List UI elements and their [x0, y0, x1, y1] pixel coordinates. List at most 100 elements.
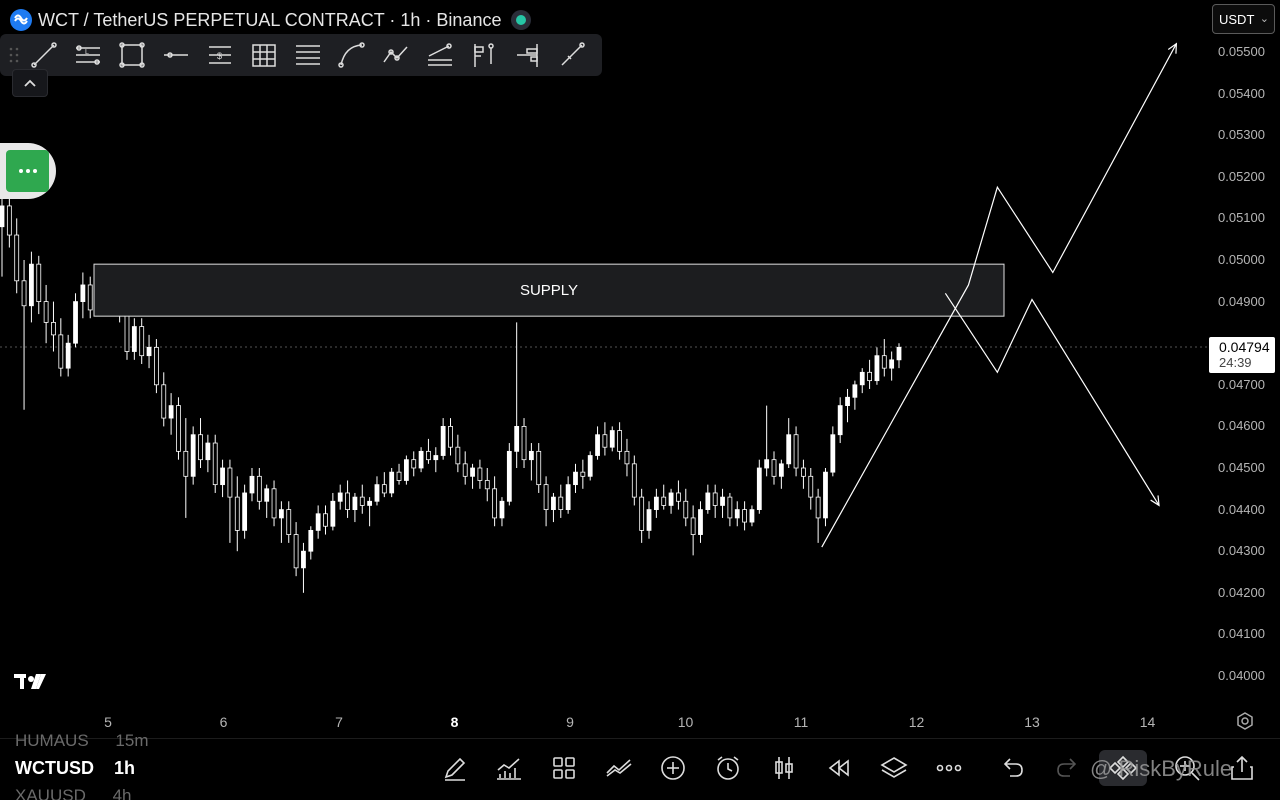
alarm-icon	[717, 756, 739, 780]
candle-body	[29, 263, 34, 307]
candle-body	[749, 509, 755, 523]
candle-body	[131, 326, 137, 352]
market-status-icon[interactable]	[511, 10, 532, 30]
svg-text:$: $	[217, 51, 222, 61]
long-position-tool[interactable]: $	[198, 37, 242, 73]
price-tick: 0.04500	[1218, 460, 1265, 475]
compare-icon	[606, 759, 632, 777]
time-tick: 14	[1139, 714, 1156, 730]
candle-body	[793, 434, 799, 469]
candle-body	[220, 467, 225, 486]
watchlist-prev-item[interactable]: HUMAUS 15m	[15, 731, 148, 751]
candle-body	[484, 480, 490, 490]
candle-body	[374, 484, 380, 502]
undo-button[interactable]	[994, 750, 1030, 786]
candle-body	[720, 496, 725, 506]
compare-button[interactable]	[601, 750, 637, 786]
candle-body	[154, 346, 159, 386]
redo-icon	[1057, 758, 1077, 777]
candle-body	[514, 425, 520, 452]
candle-body	[448, 425, 453, 448]
candle-body	[470, 467, 475, 477]
layers-icon	[880, 757, 908, 778]
path-tool[interactable]	[374, 37, 418, 73]
trend-line-tool[interactable]	[22, 37, 66, 73]
watchlist-timeframe: 1h	[114, 758, 136, 778]
candle-body	[499, 500, 505, 519]
candle-body	[396, 471, 402, 481]
horizontal-ray-tool[interactable]	[154, 37, 198, 73]
candle-body	[455, 446, 461, 465]
fixed-range-volume-tool[interactable]	[506, 37, 550, 73]
candle-body	[264, 488, 270, 502]
price-range-tool[interactable]	[462, 37, 506, 73]
candle-body	[852, 384, 858, 398]
replay-icon	[828, 759, 849, 777]
candle-body	[403, 459, 409, 481]
alert-button[interactable]	[710, 750, 746, 786]
candle-body	[256, 475, 262, 502]
candle-body	[617, 430, 623, 452]
candle-body	[286, 509, 292, 535]
candle-body	[778, 463, 784, 477]
layers-button[interactable]	[876, 750, 912, 786]
fib-retracement-icon	[296, 45, 320, 65]
currency-select[interactable]: USDT ⌄	[1212, 4, 1275, 34]
candle-body	[308, 530, 314, 552]
candle-body	[712, 492, 718, 506]
candle-body	[330, 500, 336, 527]
candle-body	[668, 492, 674, 506]
candle-body	[896, 346, 902, 361]
candle-body	[845, 396, 850, 406]
candle-body	[462, 463, 468, 477]
candle-body	[506, 450, 512, 502]
more-tools-button[interactable]	[931, 750, 967, 786]
candle-body	[734, 509, 740, 519]
candle-body	[249, 475, 255, 494]
parallel-channel-tool[interactable]: L	[66, 37, 110, 73]
chart-title[interactable]: WCT / TetherUS PERPETUAL CONTRACT · 1h ·…	[38, 10, 501, 31]
layout-grid-icon	[553, 757, 575, 779]
brush-tool[interactable]	[550, 37, 594, 73]
layout-button[interactable]	[546, 750, 582, 786]
more-options-button[interactable]	[6, 150, 49, 192]
price-tick: 0.04700	[1218, 376, 1265, 392]
chart-type-button[interactable]	[766, 750, 802, 786]
collapse-toolbar-button[interactable]	[12, 69, 48, 97]
candle-body	[698, 509, 703, 535]
candle-body	[433, 455, 439, 461]
candles-group	[0, 180, 902, 593]
trend-line-icon	[31, 42, 57, 68]
projection-path-bearish[interactable]	[944, 292, 1160, 506]
candle-body	[242, 492, 248, 531]
candle-body	[58, 334, 64, 369]
price-tick: 0.04600	[1218, 418, 1265, 434]
indicators-button[interactable]	[491, 750, 527, 786]
candle-body	[808, 475, 814, 498]
gann-box-icon	[252, 44, 276, 67]
add-button[interactable]	[655, 750, 691, 786]
watchlist-current-item[interactable]: WCTUSD 1h	[15, 758, 135, 779]
parallel-channel-icon: L	[76, 45, 100, 65]
candle-body	[36, 263, 42, 303]
gann-box-tool[interactable]	[242, 37, 286, 73]
redo-button[interactable]	[1050, 750, 1086, 786]
replay-button[interactable]	[821, 750, 857, 786]
candle-body	[212, 442, 218, 486]
candle-body	[190, 434, 196, 477]
draw-button[interactable]	[437, 750, 473, 786]
price-tick: 0.05000	[1218, 252, 1265, 267]
candle-body	[521, 425, 527, 461]
regression-trend-tool[interactable]	[418, 37, 462, 73]
more-icon	[936, 764, 962, 772]
axis-settings-icon[interactable]	[1236, 712, 1254, 735]
chart-title-bar[interactable]: WCT / TetherUS PERPETUAL CONTRACT · 1h ·…	[10, 8, 532, 32]
price-chart[interactable]	[0, 0, 1280, 800]
drag-handle-icon[interactable]	[6, 43, 22, 67]
curve-tool[interactable]	[330, 37, 374, 73]
rectangle-tool[interactable]	[110, 37, 154, 73]
watchlist-next-item[interactable]: XAUUSD 4h	[15, 786, 132, 800]
watchlist-prev-symbol: HUMAUS	[15, 731, 89, 750]
indicators-icon	[497, 758, 521, 780]
fib-retracement-tool[interactable]	[286, 37, 330, 73]
